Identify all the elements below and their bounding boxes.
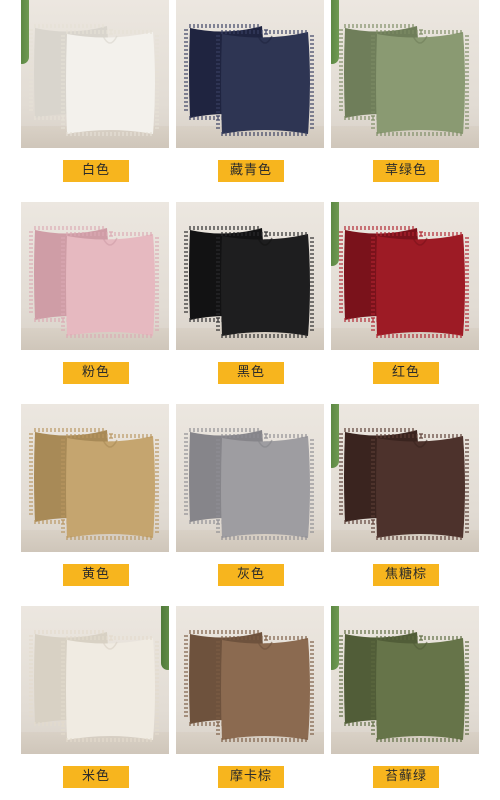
- pillow-photo: [331, 404, 479, 552]
- pillow-pair: [339, 24, 469, 136]
- swatch-card[interactable]: 灰色: [176, 404, 324, 594]
- swatch-card[interactable]: 藏青色: [176, 0, 324, 190]
- pillow-photo: [21, 606, 169, 754]
- front-pillow: [221, 234, 310, 336]
- color-label: 草绿色: [373, 160, 439, 182]
- pillow-photo: [331, 0, 479, 148]
- swatch-card[interactable]: 草绿色: [331, 0, 479, 190]
- pillow-pair: [29, 428, 159, 540]
- pillow-photo: [176, 202, 324, 350]
- color-label: 米色: [63, 766, 129, 788]
- pillow-pair: [29, 630, 159, 742]
- color-label: 灰色: [218, 564, 284, 586]
- pillow-photo: [176, 0, 324, 148]
- swatch-card[interactable]: 黄色: [21, 404, 169, 594]
- color-label: 焦糖棕: [373, 564, 439, 586]
- front-pillow: [376, 436, 465, 538]
- pillow-pair: [339, 226, 469, 338]
- color-label: 粉色: [63, 362, 129, 384]
- front-pillow: [221, 32, 310, 134]
- color-label: 红色: [373, 362, 439, 384]
- color-label: 白色: [63, 160, 129, 182]
- pillow-pair: [184, 24, 314, 136]
- swatch-card[interactable]: 苔藓绿: [331, 606, 479, 796]
- front-pillow: [66, 234, 155, 336]
- pillow-pair: [339, 630, 469, 742]
- swatch-card[interactable]: 焦糖棕: [331, 404, 479, 594]
- pillow-photo: [176, 404, 324, 552]
- swatch-card[interactable]: 米色: [21, 606, 169, 796]
- front-pillow: [376, 32, 465, 134]
- pillow-photo: [21, 0, 169, 148]
- front-pillow: [66, 32, 155, 134]
- pillow-photo: [176, 606, 324, 754]
- front-pillow: [221, 436, 310, 538]
- pillow-pair: [184, 630, 314, 742]
- front-pillow: [66, 638, 155, 740]
- front-pillow: [376, 638, 465, 740]
- color-label: 苔藓绿: [373, 766, 439, 788]
- front-pillow: [66, 436, 155, 538]
- front-pillow: [221, 638, 310, 740]
- color-label: 黄色: [63, 564, 129, 586]
- pillow-pair: [184, 428, 314, 540]
- swatch-card[interactable]: 黑色: [176, 202, 324, 392]
- swatch-card[interactable]: 摩卡棕: [176, 606, 324, 796]
- color-label: 黑色: [218, 362, 284, 384]
- pillow-pair: [184, 226, 314, 338]
- pillow-pair: [339, 428, 469, 540]
- pillow-photo: [21, 404, 169, 552]
- pillow-pair: [29, 24, 159, 136]
- pillow-pair: [29, 226, 159, 338]
- swatch-card[interactable]: 红色: [331, 202, 479, 392]
- pillow-photo: [21, 202, 169, 350]
- swatch-card[interactable]: 粉色: [21, 202, 169, 392]
- front-pillow: [376, 234, 465, 336]
- color-label: 藏青色: [218, 160, 284, 182]
- pillow-photo: [331, 202, 479, 350]
- color-label: 摩卡棕: [218, 766, 284, 788]
- pillow-photo: [331, 606, 479, 754]
- swatch-card[interactable]: 白色: [21, 0, 169, 190]
- color-swatch-grid: 白色 藏青色 草绿色 粉色 黑色 红色 黄色 灰色 焦糖棕 米色 摩卡棕 苔藓绿: [0, 0, 500, 800]
